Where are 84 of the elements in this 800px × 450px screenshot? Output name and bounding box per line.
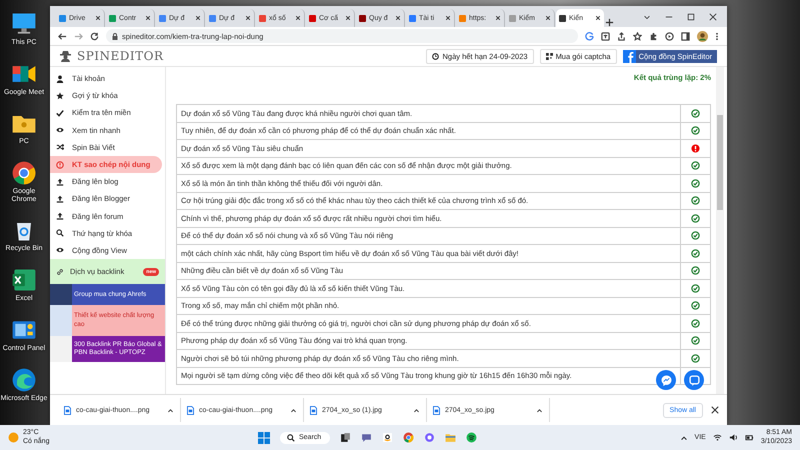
check-circle-icon — [691, 214, 700, 223]
share-icon[interactable] — [617, 32, 626, 40]
upload-icon — [56, 212, 64, 220]
check-circle-icon — [691, 161, 700, 170]
chat-bubble-icon — [660, 374, 672, 386]
chrome-icon[interactable] — [10, 159, 38, 188]
close-icon[interactable] — [495, 15, 501, 21]
user-icon — [56, 74, 64, 83]
shuffle-icon — [56, 143, 64, 152]
edge-icon[interactable] — [10, 366, 38, 394]
close-icon[interactable] — [711, 406, 719, 414]
file-icon — [310, 406, 317, 414]
chat-window-icon — [688, 374, 700, 386]
avatar-icon[interactable] — [697, 30, 708, 42]
checkmark-icon — [56, 108, 64, 117]
spy-logo-icon — [60, 50, 71, 62]
check-circle-icon — [691, 336, 700, 346]
close-icon[interactable] — [595, 15, 601, 21]
close-icon[interactable] — [295, 15, 301, 21]
close-icon[interactable] — [709, 12, 717, 20]
close-icon[interactable] — [545, 15, 551, 21]
sidepanel-icon[interactable] — [681, 32, 690, 40]
alert-icon — [56, 160, 64, 169]
check-circle-icon — [691, 354, 700, 363]
link-icon — [56, 268, 64, 276]
close-icon[interactable] — [345, 15, 351, 21]
caret-up-icon[interactable] — [290, 406, 297, 414]
close-icon[interactable] — [145, 15, 151, 21]
windows-start-icon[interactable] — [258, 432, 270, 444]
back-arrow-icon[interactable] — [58, 32, 67, 40]
caret-up-icon[interactable] — [536, 406, 543, 414]
close-icon[interactable] — [195, 15, 201, 21]
star-icon[interactable] — [633, 32, 642, 40]
caret-up-icon[interactable] — [167, 406, 174, 414]
zalo-chat-button[interactable] — [684, 370, 704, 390]
check-circle-icon — [691, 301, 700, 310]
search-icon — [56, 229, 64, 238]
close-icon[interactable] — [245, 15, 251, 21]
chat-icon[interactable] — [361, 432, 372, 443]
check-circle-icon — [691, 318, 700, 328]
eye-icon — [56, 246, 64, 254]
translate-icon[interactable] — [601, 32, 610, 40]
plus-icon[interactable] — [605, 18, 614, 27]
media-icon[interactable] — [665, 32, 674, 40]
site-logo: SPINEDITOR — [77, 49, 164, 63]
clock-icon — [432, 52, 440, 60]
check-circle-icon — [691, 266, 700, 276]
check-circle-icon — [691, 178, 700, 188]
file-icon — [64, 406, 71, 414]
spotify-icon[interactable] — [466, 432, 478, 443]
search-icon — [287, 434, 295, 442]
file-icon — [187, 406, 194, 414]
file-icon — [433, 406, 440, 414]
task-view-icon[interactable] — [340, 432, 352, 443]
star-icon — [56, 92, 64, 100]
messenger-button[interactable] — [656, 370, 676, 390]
check-circle-icon — [691, 284, 700, 293]
copilot-icon[interactable] — [424, 432, 436, 443]
reload-icon[interactable] — [90, 32, 99, 40]
eye-icon — [56, 126, 64, 134]
check-circle-icon — [691, 108, 700, 118]
close-icon[interactable] — [95, 15, 101, 21]
close-icon[interactable] — [395, 15, 401, 21]
speaker-icon[interactable] — [728, 433, 738, 442]
qr-code-icon — [546, 52, 553, 60]
lock-icon — [112, 32, 118, 40]
amazon-store-icon[interactable] — [382, 432, 394, 443]
upload-icon — [56, 178, 64, 186]
close-icon[interactable] — [445, 15, 451, 21]
wifi-icon[interactable] — [712, 433, 722, 442]
battery-icon[interactable] — [744, 433, 754, 442]
caret-up-icon[interactable] — [413, 406, 420, 414]
facebook-icon — [622, 50, 636, 62]
upload-icon — [56, 194, 64, 203]
check-circle-icon — [691, 196, 700, 206]
warning-circle-icon — [691, 144, 700, 153]
puzzle-icon[interactable] — [649, 32, 658, 40]
check-circle-icon — [691, 126, 700, 136]
scrollbar[interactable] — [716, 67, 724, 394]
maximize-icon[interactable] — [687, 12, 695, 20]
more-vertical-icon[interactable] — [715, 32, 719, 40]
check-circle-icon — [691, 248, 700, 258]
google-g-icon[interactable] — [585, 32, 594, 40]
check-circle-icon — [691, 231, 700, 240]
